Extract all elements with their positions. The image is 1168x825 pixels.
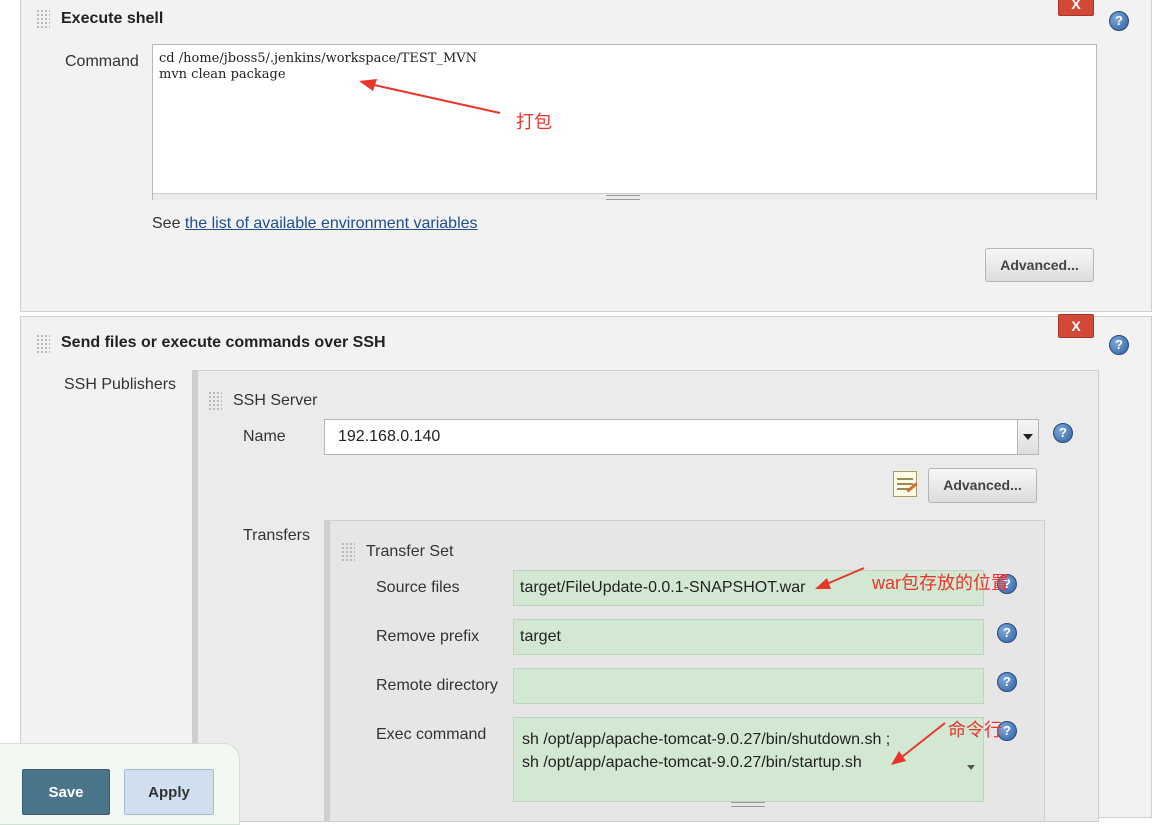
resize-grip-icon[interactable] xyxy=(731,802,765,807)
command-textarea[interactable]: cd /home/jboss5/.jenkins/workspace/TEST_… xyxy=(152,44,1097,200)
remove-prefix-label: Remove prefix xyxy=(376,628,480,645)
drag-handle-icon[interactable] xyxy=(208,391,222,411)
resize-grip-icon[interactable] xyxy=(606,195,640,200)
save-button[interactable]: Save xyxy=(22,769,110,815)
war-location-annotation: war包存放的位置 xyxy=(872,573,1010,593)
env-vars-link[interactable]: the list of available environment variab… xyxy=(185,215,478,232)
remove-prefix-input[interactable]: target xyxy=(513,619,984,655)
transfer-set-title: Transfer Set xyxy=(366,543,454,560)
annotation-arrow-icon xyxy=(359,79,501,114)
help-icon[interactable]: ? xyxy=(1053,423,1073,443)
remote-directory-input[interactable] xyxy=(513,668,984,704)
see-text: See xyxy=(152,215,185,232)
ssh-advanced-button[interactable]: Advanced... xyxy=(928,468,1037,503)
drag-handle-icon[interactable] xyxy=(36,9,50,29)
delete-ssh-button[interactable]: X xyxy=(1058,314,1094,338)
command-line-2: mvn clean package xyxy=(159,67,286,82)
command-line-annotation: 命令行 xyxy=(948,720,1002,740)
env-vars-text: See the list of available environment va… xyxy=(152,215,478,233)
chevron-down-icon xyxy=(1023,434,1033,440)
drag-handle-icon[interactable] xyxy=(36,334,50,354)
remote-directory-label: Remote directory xyxy=(376,677,498,694)
server-name-value: 192.168.0.140 xyxy=(338,428,441,445)
ssh-publishers-label: SSH Publishers xyxy=(64,376,177,393)
help-icon[interactable]: ? xyxy=(1109,335,1129,355)
annotation-arrow-icon xyxy=(891,722,946,765)
help-icon[interactable]: ? xyxy=(1109,11,1129,31)
server-name-select[interactable]: 192.168.0.140 xyxy=(324,419,1039,455)
annotation-arrow-icon xyxy=(815,567,865,589)
dropdown-button[interactable] xyxy=(1017,420,1038,454)
name-label: Name xyxy=(243,428,286,445)
exec-command-label: Exec command xyxy=(376,726,487,743)
command-line-1: cd /home/jboss5/.jenkins/workspace/TEST_… xyxy=(159,51,478,66)
apply-button[interactable]: Apply xyxy=(124,769,214,815)
ssh-section-title: Send files or execute commands over SSH xyxy=(61,334,386,351)
drag-handle-icon[interactable] xyxy=(341,542,355,562)
command-label: Command xyxy=(65,53,139,70)
help-icon[interactable]: ? xyxy=(997,672,1017,692)
package-annotation: 打包 xyxy=(516,112,552,132)
transfers-label: Transfers xyxy=(243,527,310,544)
delete-execute-shell-button[interactable]: X xyxy=(1058,0,1094,16)
help-icon[interactable]: ? xyxy=(997,623,1017,643)
ssh-server-title: SSH Server xyxy=(233,392,318,409)
scroll-down-icon[interactable] xyxy=(967,765,975,770)
advanced-button[interactable]: Advanced... xyxy=(985,248,1094,282)
execute-shell-title: Execute shell xyxy=(61,10,164,27)
source-files-label: Source files xyxy=(376,579,460,596)
notepad-icon[interactable] xyxy=(893,471,918,497)
